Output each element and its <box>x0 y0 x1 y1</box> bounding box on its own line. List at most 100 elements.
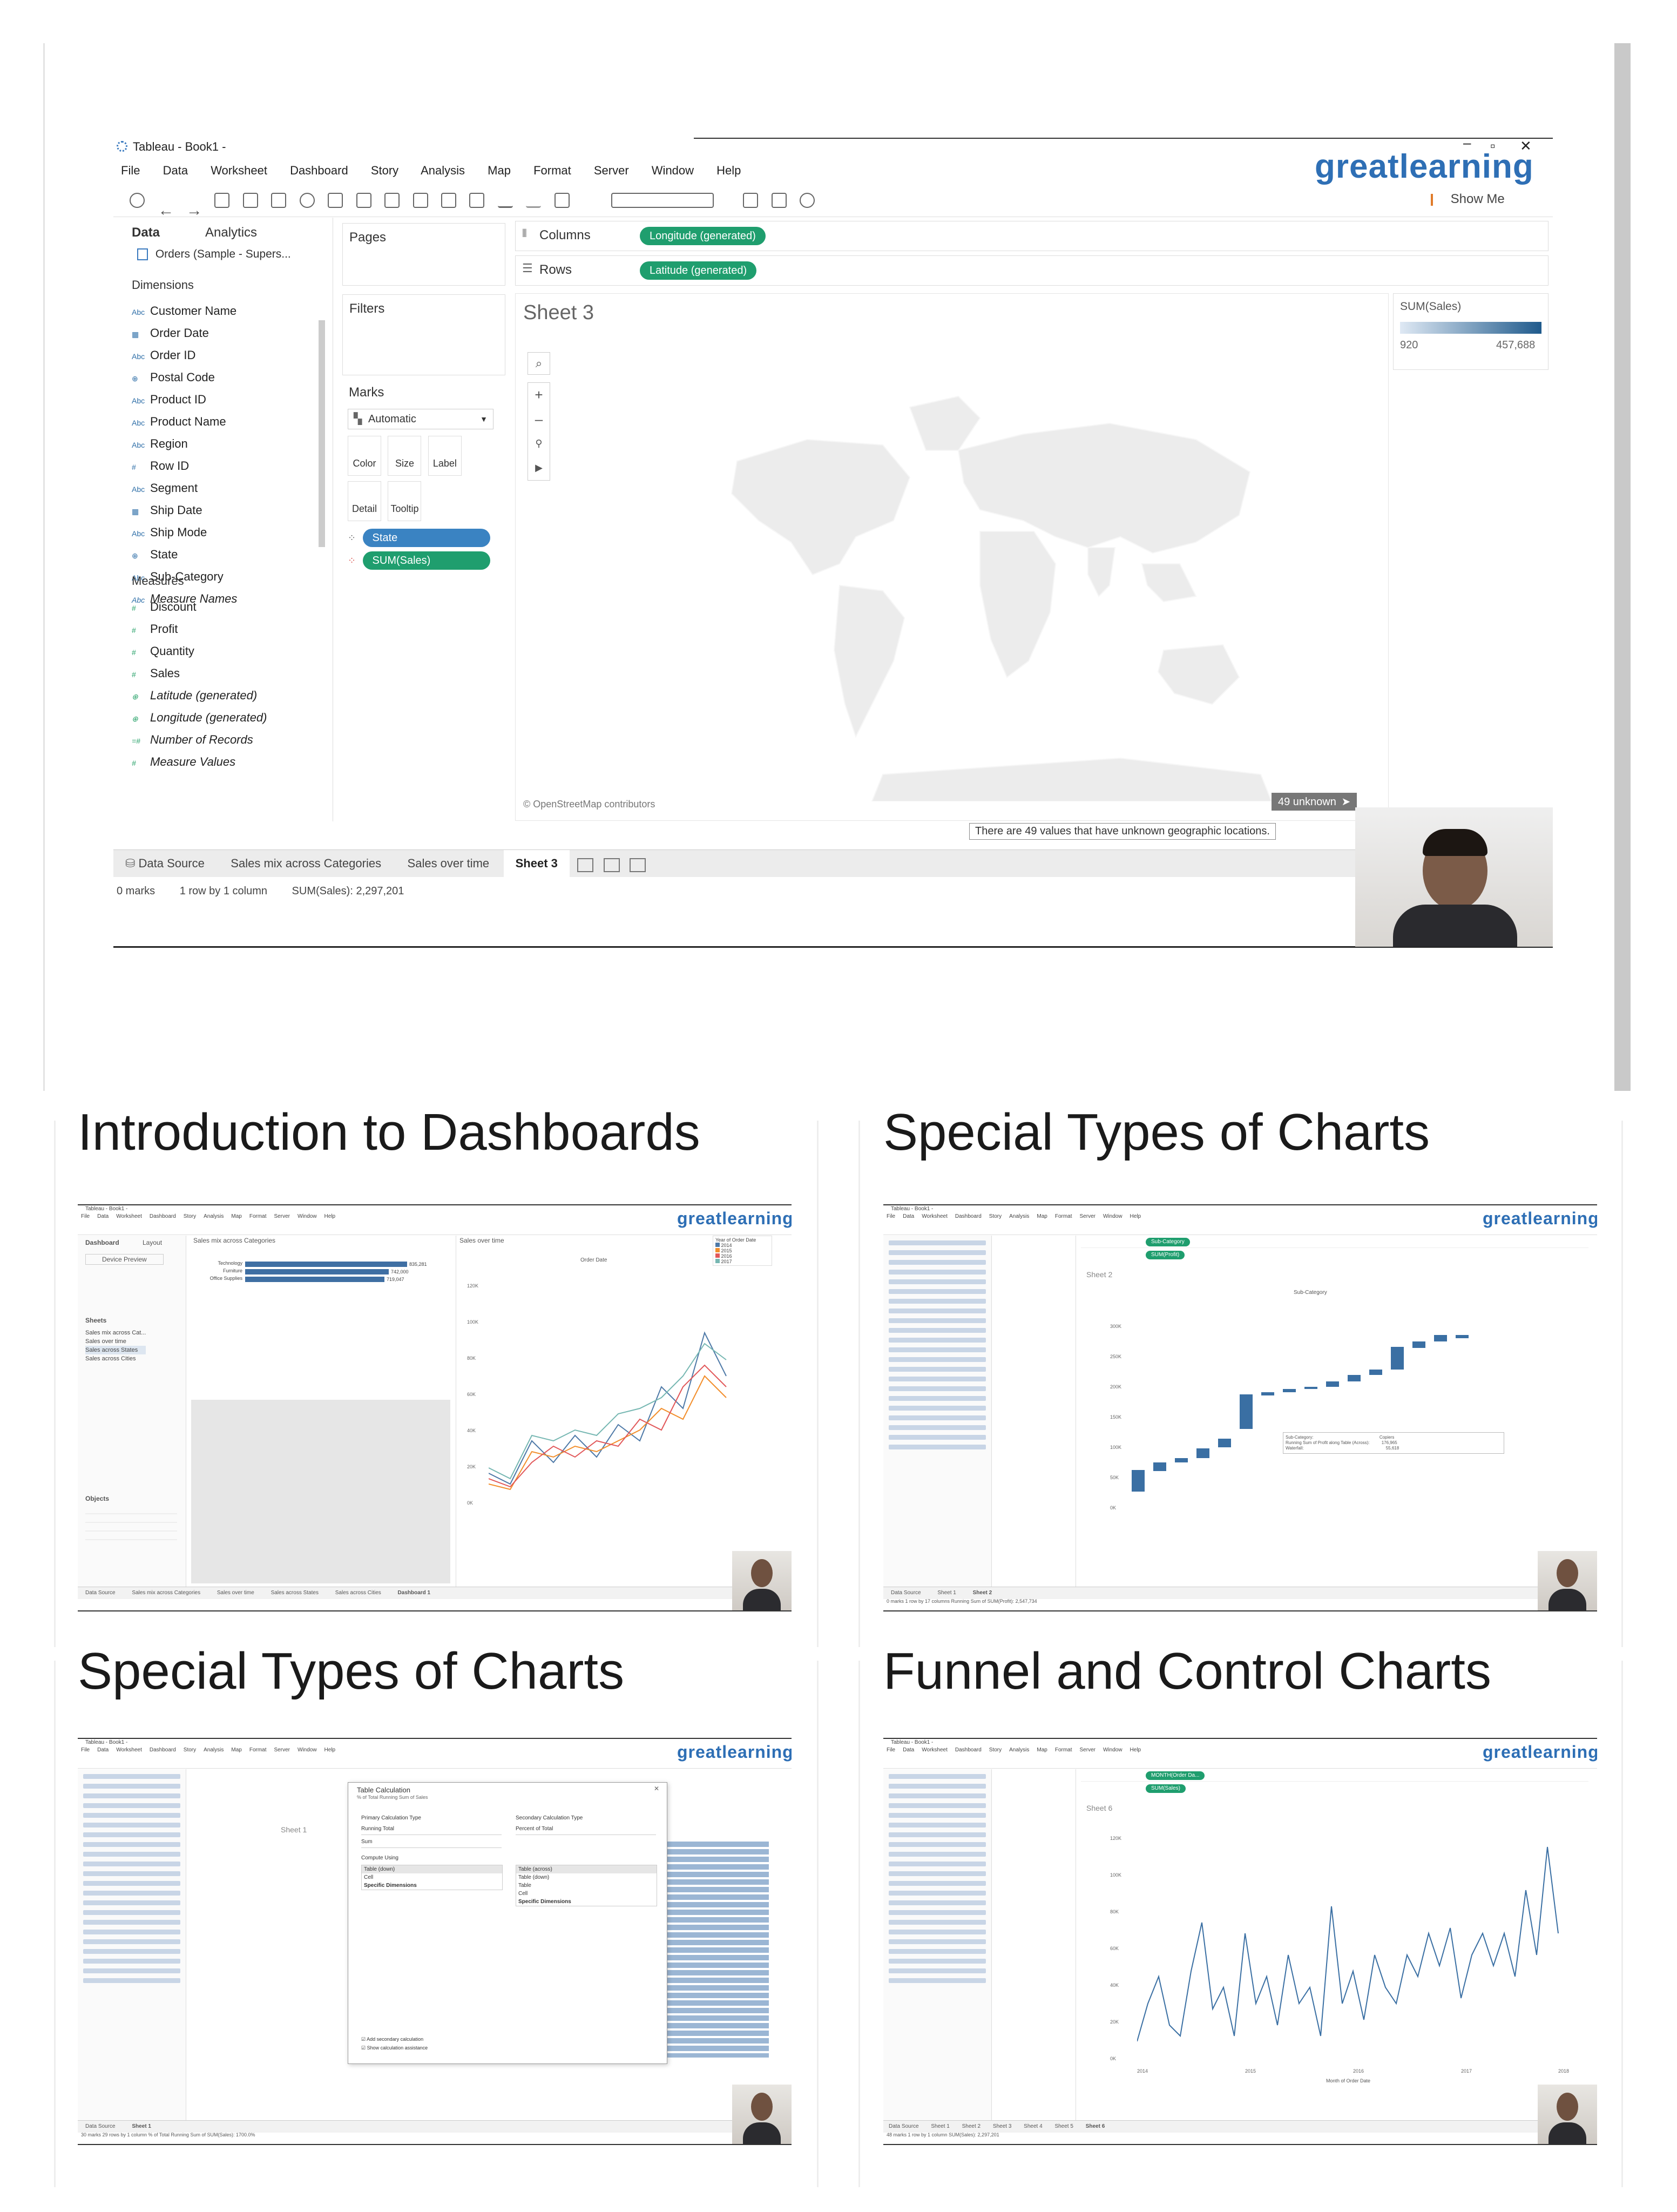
dimension-item[interactable]: Abc Product Name <box>132 410 310 433</box>
zoom-out-icon[interactable]: – <box>528 407 550 431</box>
dialog-close-icon[interactable]: ✕ <box>654 1785 659 1792</box>
new-worksheet-icon[interactable] <box>328 193 343 208</box>
menu-worksheet[interactable]: Worksheet <box>211 164 267 177</box>
group-icon[interactable] <box>526 193 542 208</box>
back-icon[interactable]: ← <box>158 203 174 219</box>
secondary-option[interactable]: Table (down) <box>516 1873 657 1881</box>
tab[interactable]: Sheet 4 <box>1024 2123 1042 2129</box>
dimension-item[interactable]: Abc Ship Mode <box>132 521 310 543</box>
secondary-dropdown[interactable]: Percent of Total <box>516 1826 656 1835</box>
dashboard-tab[interactable]: Dashboard <box>85 1239 119 1246</box>
menu-file[interactable]: File <box>121 164 140 177</box>
tab[interactable]: Data Source <box>85 1590 116 1596</box>
sum-sales-pill[interactable]: SUM(Sales) <box>362 551 490 570</box>
unknown-badge[interactable]: 49 unknown ➤ <box>1272 793 1357 811</box>
tab[interactable]: Sheet 5 <box>1054 2123 1073 2129</box>
new-datasource-icon[interactable] <box>242 193 258 208</box>
tab[interactable]: Sheet 3 <box>993 2123 1011 2129</box>
new-dashboard-tab-icon[interactable] <box>603 858 620 872</box>
pause-updates-icon[interactable] <box>271 193 287 208</box>
menu-server[interactable]: Server <box>594 164 629 177</box>
new-worksheet-tab-icon[interactable] <box>577 858 594 872</box>
rows-shelf[interactable]: SUM(Sales) <box>1081 1783 1588 1794</box>
size-card[interactable]: Size <box>388 436 422 476</box>
tab[interactable]: Sales mix across Categories <box>132 1590 200 1596</box>
show-assistance-checkbox[interactable]: ☑ Show calculation assistance <box>361 2045 428 2051</box>
layout-tab[interactable]: Layout <box>143 1239 162 1246</box>
sum-dropdown[interactable]: Sum <box>361 1839 502 1848</box>
measure-item[interactable]: ⊕ Longitude (generated) <box>132 706 310 729</box>
tab[interactable]: Sheet 6 <box>1086 2123 1105 2129</box>
legend-gradient[interactable] <box>1400 322 1541 334</box>
tab[interactable]: Dashboard 1 <box>398 1590 431 1596</box>
duplicate-icon[interactable] <box>356 193 371 208</box>
measure-item[interactable]: # Measure Values <box>132 751 310 773</box>
menu-analysis[interactable]: Analysis <box>421 164 465 177</box>
sheet-item[interactable]: Sales across Cities <box>85 1354 146 1363</box>
sort-desc-icon[interactable] <box>469 193 485 208</box>
analytics-tab[interactable]: Analytics <box>205 225 257 240</box>
tab-sales-over-time[interactable]: Sales over time <box>396 850 502 877</box>
columns-pill[interactable]: Sub-Category <box>1146 1238 1190 1246</box>
dimensions-scrollbar[interactable] <box>319 320 325 547</box>
rows-pill[interactable]: SUM(Profit) <box>1146 1251 1185 1259</box>
dimension-item[interactable]: ⊕ State <box>132 543 310 565</box>
dimension-item[interactable]: # Row ID <box>132 455 310 477</box>
state-pill[interactable]: State <box>362 529 490 547</box>
fit-dropdown[interactable] <box>611 193 714 208</box>
dimension-item[interactable]: Abc Product ID <box>132 388 310 410</box>
device-preview-button[interactable]: Device Preview <box>85 1254 164 1265</box>
map-play-icon[interactable]: ▶ <box>528 456 550 480</box>
menu-dashboard[interactable]: Dashboard <box>290 164 348 177</box>
legend-item[interactable]: 2017 <box>715 1259 769 1264</box>
run-update-icon[interactable] <box>299 193 315 208</box>
sheet-item[interactable]: Sales across States <box>85 1346 146 1354</box>
forward-icon[interactable]: → <box>186 203 202 219</box>
sheet-item[interactable]: Sales mix across Cat... <box>85 1328 146 1337</box>
tab[interactable]: Sheet 2 <box>973 1590 992 1596</box>
zoom-in-icon[interactable]: + <box>528 383 550 407</box>
color-card[interactable]: Color <box>348 436 381 476</box>
clear-sheet-icon[interactable] <box>384 193 400 208</box>
columns-shelf[interactable]: ⦀ Columns Longitude (generated) <box>515 221 1548 251</box>
tab[interactable]: Data Source <box>889 2123 919 2129</box>
data-tab[interactable]: Data <box>132 225 160 240</box>
tooltip-card[interactable]: Tooltip <box>388 481 422 521</box>
secondary-option[interactable]: Table (across) <box>516 1865 657 1873</box>
dimension-item[interactable]: ▦ Order Date <box>132 322 310 344</box>
rows-shelf[interactable]: ☰ Rows Latitude (generated) <box>515 255 1548 286</box>
tab[interactable]: Sales over time <box>217 1590 254 1596</box>
pin-map-icon[interactable]: ⚲ <box>528 431 550 456</box>
tab-sales-mix[interactable]: Sales mix across Categories <box>219 850 393 877</box>
dimension-item[interactable]: ⊕ Postal Code <box>132 366 310 388</box>
dimension-item[interactable]: ▦ Ship Date <box>132 499 310 521</box>
measure-item[interactable]: # Sales <box>132 662 310 684</box>
longitude-pill[interactable]: Longitude (generated) <box>640 227 766 245</box>
tab[interactable]: Sheet 1 <box>132 2123 151 2129</box>
menu-format[interactable]: Format <box>533 164 571 177</box>
secondary-option[interactable]: Specific Dimensions <box>516 1898 657 1906</box>
legend-item[interactable]: 2015 <box>715 1248 769 1253</box>
filters-shelf[interactable]: Filters <box>342 294 505 375</box>
dimension-item[interactable]: Abc Region <box>132 433 310 455</box>
share-icon[interactable] <box>800 193 815 208</box>
menu-data[interactable]: Data <box>163 164 188 177</box>
label-card[interactable]: Label <box>428 436 462 476</box>
menu-map[interactable]: Map <box>488 164 511 177</box>
dimension-item[interactable]: Abc Order ID <box>132 344 310 366</box>
tableau-logo-icon[interactable] <box>130 193 145 208</box>
columns-pill[interactable]: MONTH(Order Da... <box>1146 1771 1205 1780</box>
measure-item[interactable]: =# Number of Records <box>132 729 310 751</box>
rows-shelf[interactable]: SUM(Profit) <box>1081 1250 1588 1260</box>
highlight-icon[interactable] <box>497 193 513 208</box>
detail-card[interactable]: Detail <box>348 481 381 521</box>
tab[interactable]: Data Source <box>891 1590 921 1596</box>
measure-item[interactable]: # Profit <box>132 618 310 640</box>
compute-option[interactable]: Specific Dimensions <box>362 1881 502 1890</box>
measure-item[interactable]: # Discount <box>132 596 310 618</box>
sort-asc-icon[interactable] <box>441 193 456 208</box>
compute-option[interactable]: Cell <box>362 1873 502 1881</box>
tab[interactable]: Data Source <box>85 2123 116 2129</box>
save-icon[interactable] <box>214 193 230 208</box>
text-label-icon[interactable] <box>554 193 570 208</box>
